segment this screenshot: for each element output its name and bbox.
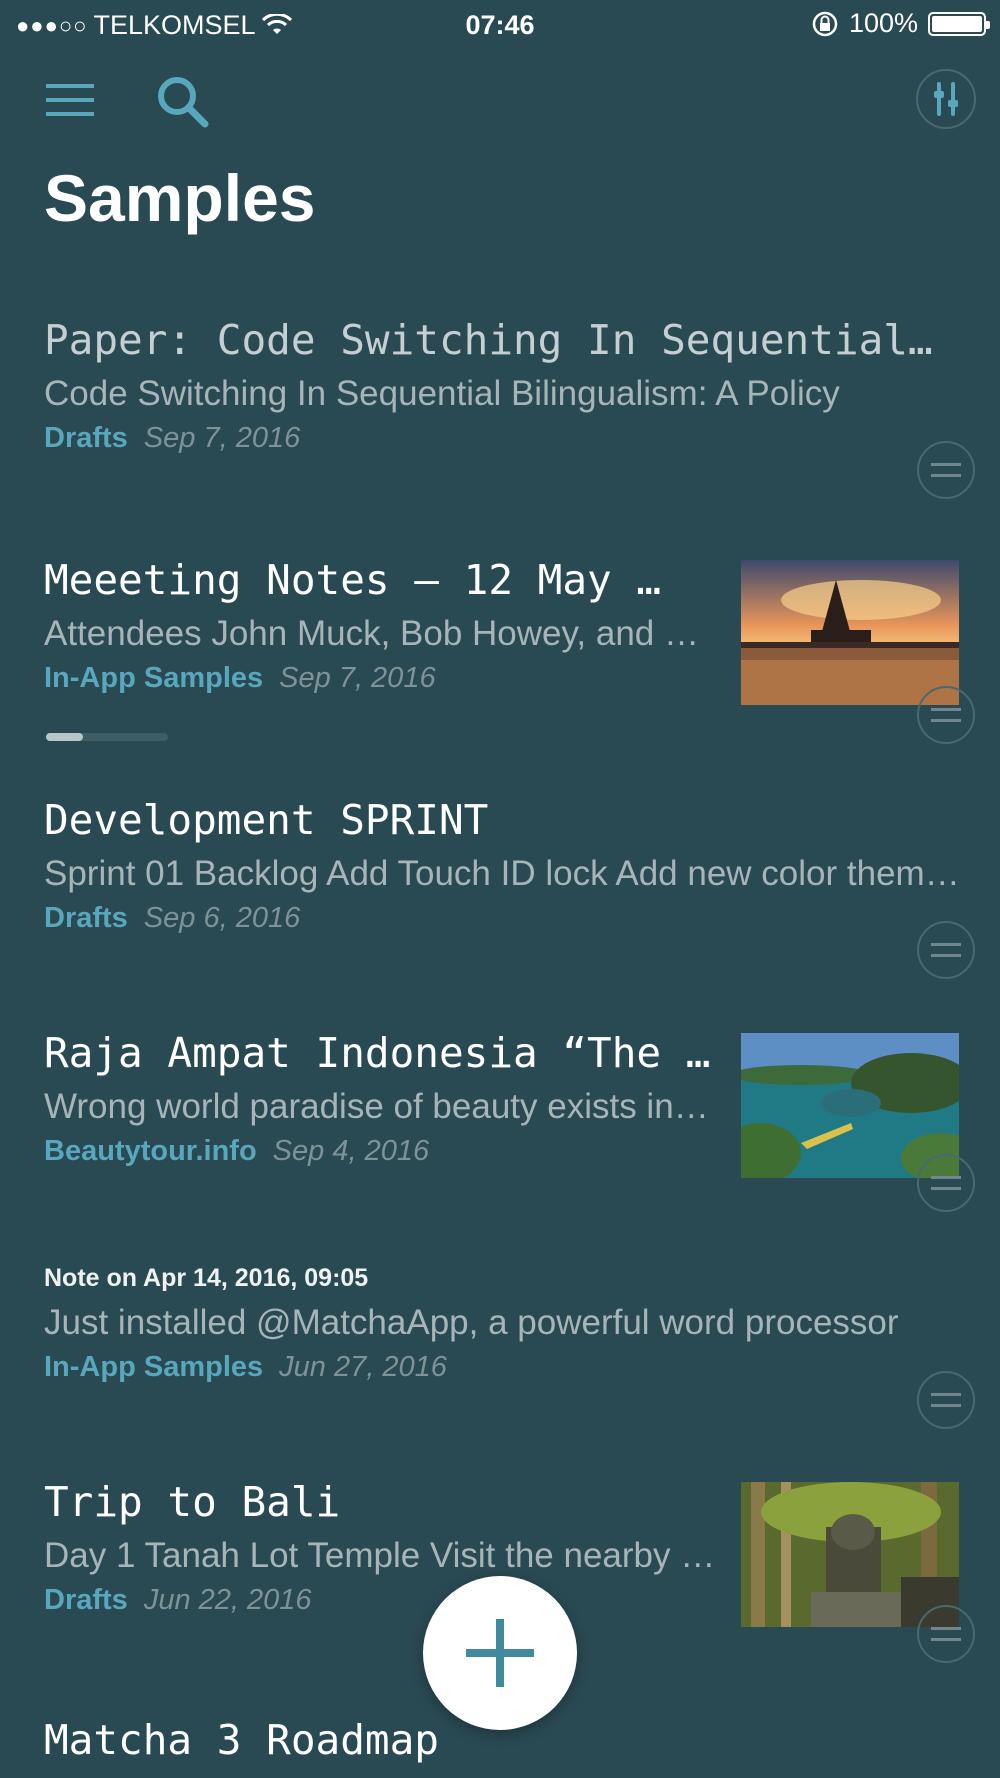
note-folder: In-App Samples: [44, 662, 264, 694]
rotation-lock-icon: [812, 11, 838, 36]
plus-icon: [466, 1619, 534, 1687]
note-options-button[interactable]: [917, 1154, 975, 1212]
note-date: Jun 22, 2016: [143, 1584, 312, 1616]
note-options-button[interactable]: [917, 686, 975, 744]
note-item[interactable]: Note on Apr 14, 2016, 09:05 Just install…: [44, 1264, 964, 1384]
note-item[interactable]: Paper: Code Switching In Sequential Bili…: [44, 316, 964, 455]
battery-percent: 100%: [848, 8, 918, 38]
bali-temple-sunset-image: [741, 560, 959, 705]
note-snippet: Code Switching In Sequential Bilingualis…: [44, 374, 840, 413]
lines-icon: [931, 463, 961, 477]
note-title: Trip to Bali: [44, 1478, 341, 1526]
note-snippet: Just installed @MatchaApp, a powerful wo…: [44, 1303, 899, 1342]
lines-icon: [931, 943, 961, 957]
status-right: 100%: [811, 8, 990, 39]
note-title: Meeeting Notes – 12 May 2016: [44, 556, 684, 604]
note-snippet: Attendees John Muck, Bob Howey, and othe…: [44, 614, 704, 653]
note-meta: Drafts Sep 7, 2016: [44, 422, 964, 455]
filter-button[interactable]: [916, 69, 976, 129]
note-date: Sep 7, 2016: [143, 422, 301, 454]
sync-progress: [46, 733, 168, 741]
note-folder: Beautytour.info: [44, 1135, 257, 1167]
note-date: Jun 27, 2016: [279, 1351, 447, 1383]
note-date: Sep 7, 2016: [279, 662, 436, 694]
note-snippet: Wrong world paradise of beauty exists in…: [44, 1087, 714, 1126]
note-snippet: Sprint 01 Backlog Add Touch ID lock Add …: [44, 854, 960, 893]
note-date: Sep 4, 2016: [272, 1135, 430, 1167]
page-title: Samples: [44, 161, 316, 235]
menu-button[interactable]: [40, 74, 100, 126]
note-item[interactable]: Development SPRINT Sprint 01 Backlog Add…: [44, 796, 964, 935]
new-note-button[interactable]: [423, 1576, 577, 1730]
note-meta: Drafts Sep 6, 2016: [44, 902, 964, 935]
note-options-button[interactable]: [917, 441, 975, 499]
note-title: Note on Apr 14, 2016, 09:05: [44, 1264, 369, 1292]
note-thumbnail: [741, 1482, 959, 1627]
note-folder: Drafts: [44, 422, 128, 454]
hamburger-icon: [46, 84, 94, 116]
lines-icon: [931, 1176, 961, 1190]
note-thumbnail: [741, 560, 959, 705]
note-date: Sep 6, 2016: [143, 902, 301, 934]
note-title: Development SPRINT: [44, 796, 489, 844]
search-button[interactable]: [150, 70, 214, 132]
lines-icon: [931, 708, 961, 722]
monkey-forest-statue-image: [741, 1482, 959, 1627]
status-bar: ●●●○○ TELKOMSEL 07:46 100%: [0, 0, 1000, 50]
note-meta: In-App Samples Jun 27, 2016: [44, 1351, 964, 1384]
note-options-button[interactable]: [917, 1605, 975, 1663]
note-snippet: Day 1 Tanah Lot Temple Visit the nearby …: [44, 1536, 724, 1575]
lines-icon: [931, 1393, 961, 1407]
sliders-icon: [934, 82, 958, 116]
raja-ampat-lagoon-image: [741, 1033, 959, 1178]
lines-icon: [931, 1627, 961, 1641]
note-options-button[interactable]: [917, 1371, 975, 1429]
note-options-button[interactable]: [917, 921, 975, 979]
note-folder: Drafts: [44, 902, 128, 934]
note-folder: Drafts: [44, 1584, 128, 1616]
search-icon: [158, 77, 209, 128]
note-title: Paper: Code Switching In Sequential Bili…: [44, 316, 944, 364]
battery-icon: [928, 11, 990, 36]
note-folder: In-App Samples: [44, 1351, 264, 1383]
note-title: Raja Ampat Indonesia “The Last Paradise”: [44, 1029, 714, 1077]
note-thumbnail: [741, 1033, 959, 1178]
sync-progress-fill: [46, 733, 83, 741]
